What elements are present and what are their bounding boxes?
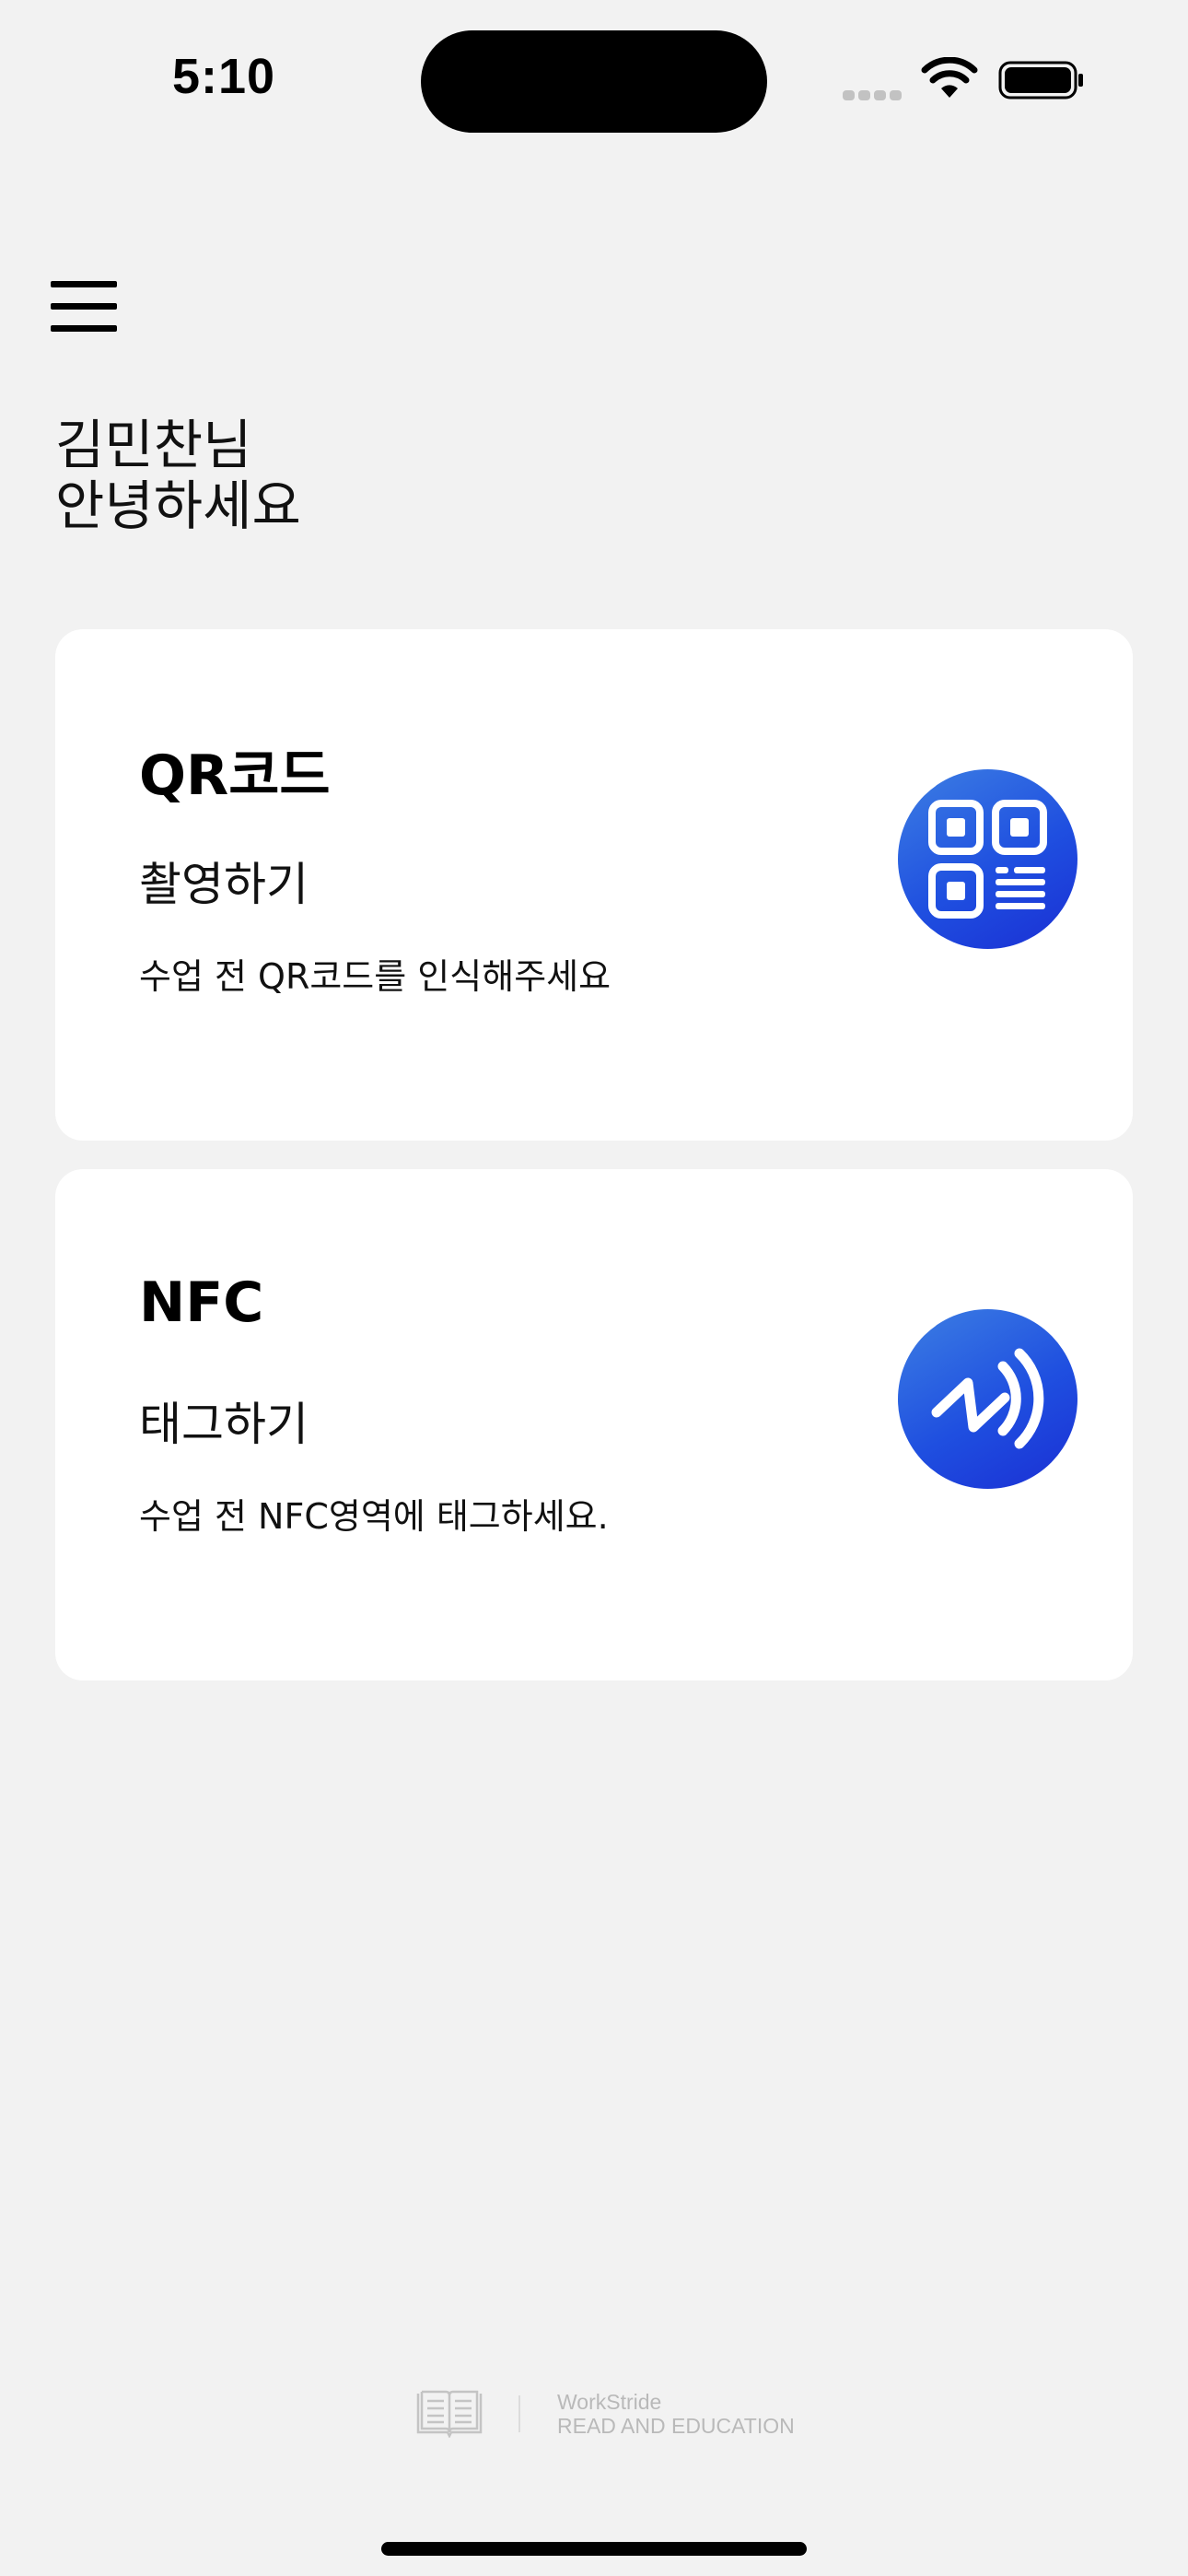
hamburger-line bbox=[51, 281, 117, 287]
greeting-hello: 안녕하세요 bbox=[55, 474, 301, 537]
greeting-name: 김민찬님 bbox=[55, 414, 252, 476]
brand-tagline: READ AND EDUCATION bbox=[557, 2414, 795, 2438]
card-title: QR코드 bbox=[139, 744, 331, 808]
home-indicator[interactable] bbox=[381, 2542, 807, 2556]
card-description: 수업 전 QR코드를 인식해주세요 bbox=[139, 956, 611, 997]
greeting: 김민찬님 안녕하세요 bbox=[55, 415, 301, 536]
card-description: 수업 전 NFC영역에 태그하세요. bbox=[139, 1496, 609, 1537]
cellular-signal-icon bbox=[843, 87, 905, 100]
hamburger-line bbox=[51, 325, 117, 332]
brand-name: WorkStride bbox=[557, 2390, 662, 2414]
card-title: NFC bbox=[139, 1270, 264, 1335]
footer-brand-text: WorkStride READ AND EDUCATION bbox=[557, 2390, 795, 2438]
footer-divider bbox=[518, 2395, 520, 2432]
wifi-icon bbox=[921, 57, 978, 98]
qr-code-icon bbox=[898, 769, 1077, 949]
screen: 5:10 김민찬님 안녕하세요 QR코드 촬영하기 수업 전 QR코드를 인식해… bbox=[0, 0, 1188, 2576]
dynamic-island bbox=[421, 30, 767, 133]
status-time: 5:10 bbox=[172, 49, 276, 104]
book-icon bbox=[416, 2390, 483, 2438]
nfc-icon bbox=[898, 1309, 1077, 1489]
qr-scan-card[interactable]: QR코드 촬영하기 수업 전 QR코드를 인식해주세요 bbox=[55, 629, 1133, 1141]
menu-button[interactable] bbox=[51, 281, 121, 336]
card-subtitle: 촬영하기 bbox=[139, 858, 309, 911]
footer-branding: WorkStride READ AND EDUCATION bbox=[414, 2386, 801, 2441]
hamburger-line bbox=[51, 303, 117, 310]
battery-icon bbox=[998, 61, 1083, 100]
nfc-tag-card[interactable]: NFC 태그하기 수업 전 NFC영역에 태그하세요. bbox=[55, 1169, 1133, 1680]
card-subtitle: 태그하기 bbox=[139, 1398, 309, 1451]
